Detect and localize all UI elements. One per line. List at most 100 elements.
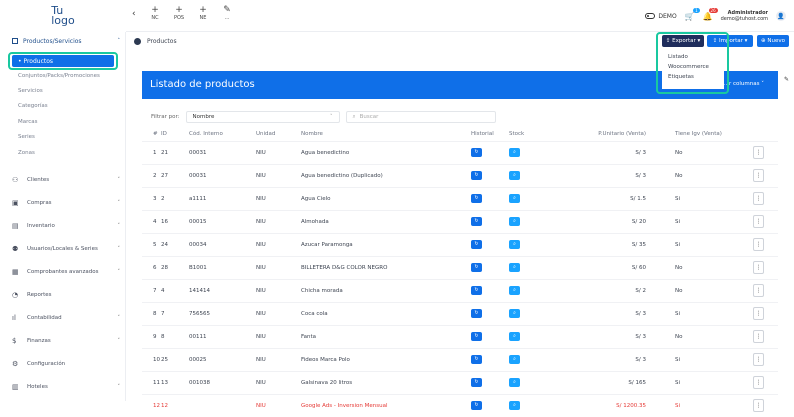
row-actions-button[interactable]: ⋮ [753, 353, 764, 366]
row-actions-button[interactable]: ⋮ [753, 238, 764, 251]
table-row: 2 27 00031 NIU Agua benedictino (Duplicado) ↻… [142, 163, 778, 187]
cell-name: Chicha morada [301, 278, 471, 302]
col-header[interactable]: Tiene Igv (Venta) [655, 127, 740, 141]
demo-toggle[interactable]: DEMO [645, 13, 677, 20]
user-info[interactable]: Administrador demo@tuhost.com [721, 10, 768, 22]
cell-unit: NIU [256, 163, 301, 187]
cell-id: 7 [161, 301, 189, 325]
stock-search-button[interactable]: ⌕ [509, 355, 520, 364]
row-actions-button[interactable]: ⋮ [753, 284, 764, 297]
collapse-sidebar-icon[interactable]: ‹ [132, 9, 136, 19]
chevron-down-icon: ˅ [330, 114, 333, 120]
col-header[interactable]: ID [161, 127, 189, 141]
sidebar-item-compras[interactable]: ▣ Compras ˅ [12, 198, 120, 208]
cell-history: ↻ [471, 278, 509, 302]
cell-actions: ⋮ [740, 278, 778, 302]
filter-select[interactable]: Nombre ˅ [185, 111, 340, 123]
cell-number: 6 [142, 255, 161, 279]
row-actions-button[interactable]: ⋮ [753, 169, 764, 182]
cell-id: 8 [161, 324, 189, 348]
row-actions-button[interactable]: ⋮ [753, 307, 764, 320]
row-actions-button[interactable]: ⋮ [753, 215, 764, 228]
search-icon: ⌕ [352, 113, 356, 120]
new-button[interactable]: ⊕ Nuevo [757, 35, 789, 47]
avatar[interactable]: 👤 [776, 11, 786, 21]
sidebar-item-hoteles[interactable]: ▥ Hoteles ˅ [12, 382, 120, 392]
sidebar-item-inventario[interactable]: ▤ Inventario ˅ [12, 221, 120, 231]
logo-line2: logo [51, 14, 75, 27]
sidebar-item-finanzas[interactable]: $ Finanzas ˅ [12, 336, 120, 346]
sidebar-subitem-zonas[interactable]: Zonas [18, 150, 35, 156]
stock-search-button[interactable]: ⌕ [509, 332, 520, 341]
shortcut-more-button[interactable]: ✎... [218, 6, 236, 22]
history-button[interactable]: ↻ [471, 171, 482, 180]
sidebar-group-productos[interactable]: Productos/Servicios ˄ [12, 36, 120, 46]
history-button[interactable]: ↻ [471, 263, 482, 272]
cell-stock: ⌕ [509, 255, 565, 279]
row-actions-button[interactable]: ⋮ [753, 376, 764, 389]
history-button[interactable]: ↻ [471, 401, 482, 411]
row-actions-button[interactable]: ⋮ [753, 330, 764, 343]
sidebar-item-usuarios[interactable]: ⚉ Usuarios/Locales & Series ˅ [12, 244, 120, 254]
stock-search-button[interactable]: ⌕ [509, 148, 520, 157]
cell-code: a1111 [189, 186, 256, 210]
stock-search-button[interactable]: ⌕ [509, 240, 520, 249]
sidebar-item-clientes[interactable]: ⚇ Clientes ˅ [12, 175, 120, 185]
history-button[interactable]: ↻ [471, 240, 482, 249]
sidebar-subitem-marcas[interactable]: Marcas [18, 119, 38, 125]
history-button[interactable]: ↻ [471, 332, 482, 341]
sidebar-item-reportes[interactable]: ◔ Reportes [12, 290, 120, 300]
notifications-button[interactable]: 🔔 26 [703, 7, 718, 21]
cell-name: Almohada [301, 209, 471, 233]
history-button[interactable]: ↻ [471, 148, 482, 157]
sidebar-subitem-conjuntos[interactable]: Conjuntos/Packs/Promociones [18, 73, 100, 79]
shortcut-ne-button[interactable]: + NE [194, 6, 212, 22]
stock-search-button[interactable]: ⌕ [509, 309, 520, 318]
cell-price: S/ 20 [565, 209, 655, 233]
row-actions-button[interactable]: ⋮ [753, 146, 764, 159]
history-button[interactable]: ↻ [471, 378, 482, 387]
shortcut-pos-button[interactable]: + POS [170, 6, 188, 22]
cell-price: S/ 3 [565, 163, 655, 187]
sidebar-item-comprobantes[interactable]: ▦ Comprobantes avanzados ˅ [12, 267, 120, 277]
col-header[interactable]: Cód. Interno [189, 127, 256, 141]
cell-history: ↻ [471, 209, 509, 233]
col-header[interactable]: Nombre [301, 127, 471, 141]
chart-pie-icon: ◔ [12, 291, 19, 299]
history-button[interactable]: ↻ [471, 309, 482, 318]
search-input[interactable]: ⌕ Buscar [345, 111, 496, 123]
columns-toggle[interactable]: ...r columnas ˅ [724, 81, 764, 87]
logo[interactable]: Tu logo [0, 0, 126, 32]
stock-search-button[interactable]: ⌕ [509, 263, 520, 272]
history-button[interactable]: ↻ [471, 217, 482, 226]
edit-pencil-icon[interactable]: ✎ [784, 76, 794, 86]
stock-search-button[interactable]: ⌕ [509, 217, 520, 226]
stock-search-button[interactable]: ⌕ [509, 286, 520, 295]
sidebar-subitem-servicios[interactable]: Servicios [18, 88, 43, 94]
cell-igv: No [655, 140, 740, 164]
stock-search-button[interactable]: ⌕ [509, 378, 520, 387]
row-actions-button[interactable]: ⋮ [753, 192, 764, 205]
cart-badge: 1 [693, 7, 700, 13]
cell-code: 00015 [189, 209, 256, 233]
history-button[interactable]: ↻ [471, 286, 482, 295]
sidebar-subitem-categorias[interactable]: Categorías [18, 103, 48, 109]
stock-search-button[interactable]: ⌕ [509, 171, 520, 180]
history-button[interactable]: ↻ [471, 194, 482, 203]
stock-search-button[interactable]: ⌕ [509, 401, 520, 411]
stock-search-button[interactable]: ⌕ [509, 194, 520, 203]
row-actions-button[interactable]: ⋮ [753, 399, 764, 413]
row-actions-button[interactable]: ⋮ [753, 261, 764, 274]
shortcut-nc-button[interactable]: + NC [146, 6, 164, 22]
dashboard-icon[interactable] [134, 38, 141, 45]
sidebar-subitem-series[interactable]: Series [18, 134, 35, 140]
chevron-down-icon: ˅ [117, 223, 121, 229]
sidebar-item-configuracion[interactable]: ⚙ Configuración [12, 359, 120, 369]
col-header[interactable]: # [142, 127, 161, 141]
col-header[interactable]: Unidad [256, 127, 301, 141]
cart-button[interactable]: 🛒 1 [685, 7, 700, 21]
history-button[interactable]: ↻ [471, 355, 482, 364]
sidebar-item-productos[interactable]: • Productos [12, 55, 114, 67]
col-header[interactable]: P.Unitario (Venta) [565, 127, 655, 141]
sidebar-item-contabilidad[interactable]: ıl Contabilidad ˅ [12, 313, 120, 323]
